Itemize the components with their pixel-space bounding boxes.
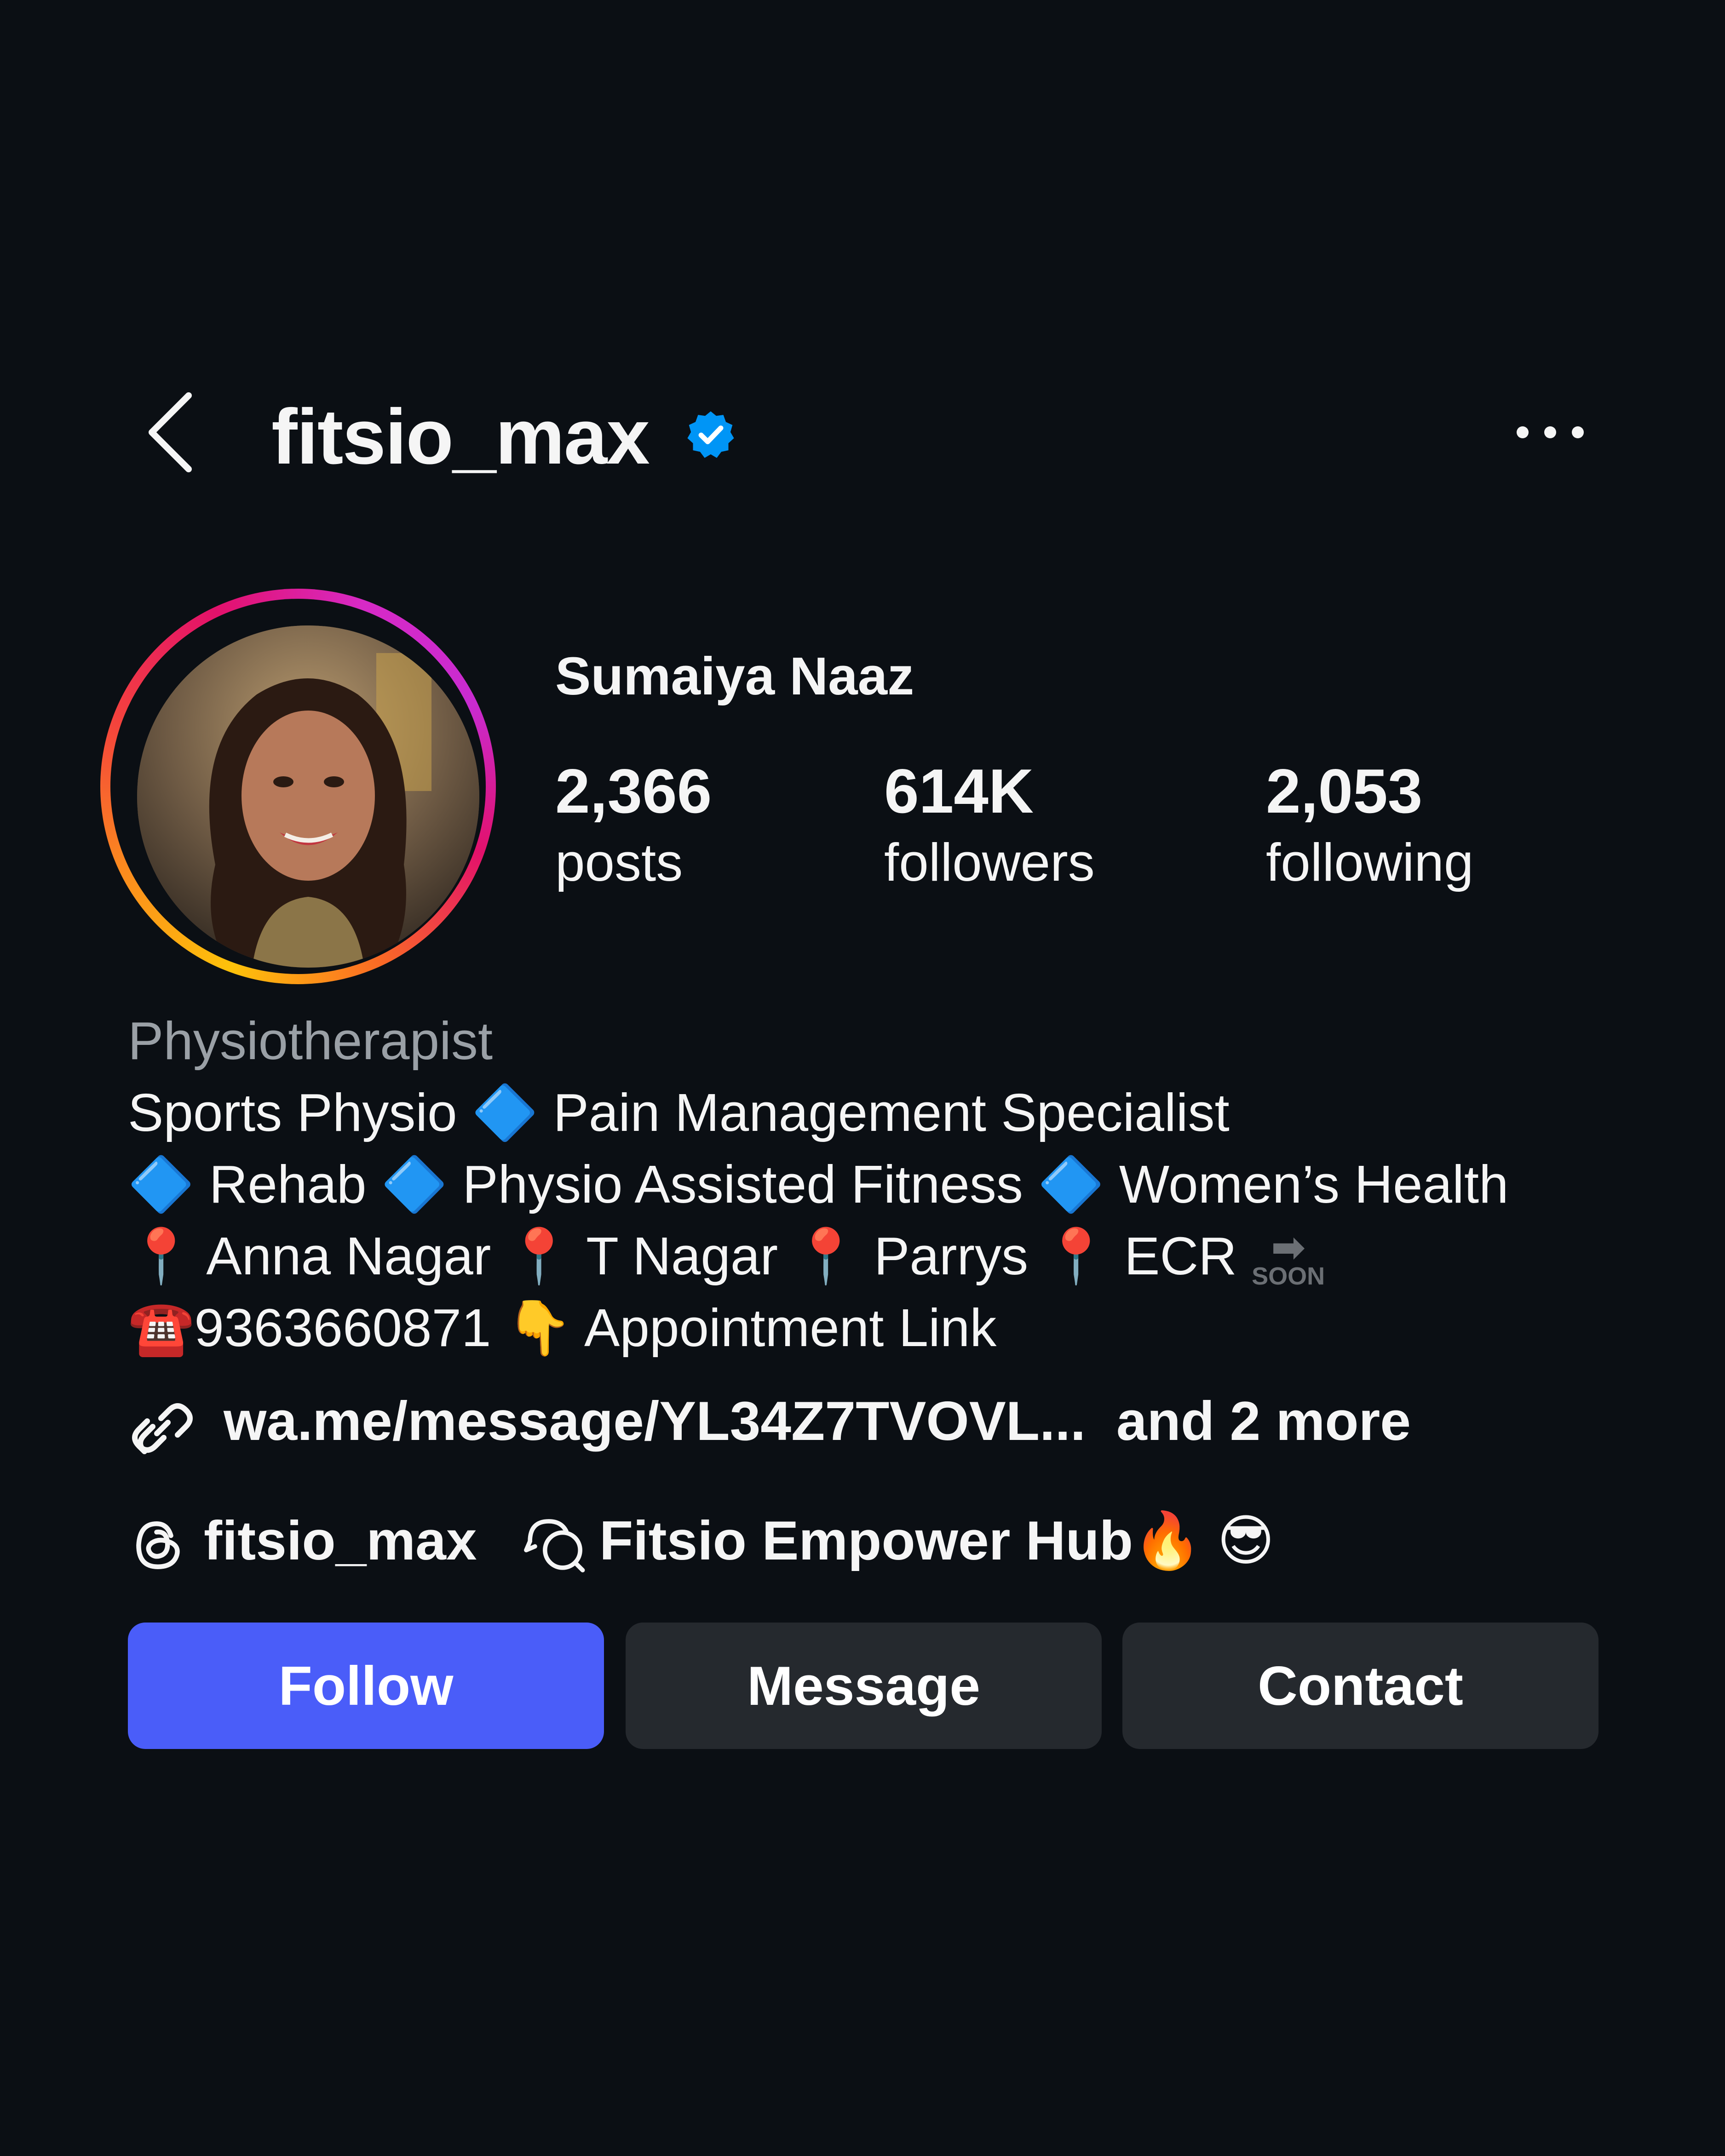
link-url: wa.me/message/YL34Z7TVOVL... — [224, 1390, 1086, 1452]
link-primary[interactable]: wa.me/message/YL34Z7TVOVL... and 2 more — [224, 1377, 1411, 1465]
chevron-left-icon — [149, 392, 192, 472]
bio-line-locations: 📍 Anna Nagar 📍 T Nagar 📍 Parrys 📍 ECR ➡ S… — [128, 1220, 1646, 1292]
broadcast-channel-icon — [524, 1519, 585, 1573]
following-label: following — [1266, 832, 1474, 892]
more-dots-icon — [1517, 426, 1584, 438]
profile-header: fitsio_max — [0, 368, 1725, 497]
display-name: Sumaiya Naaz — [555, 646, 914, 706]
soon-arrow-icon: ➡ — [1271, 1225, 1306, 1271]
stat-followers[interactable]: 614K followers — [884, 754, 1095, 897]
story-ring[interactable] — [100, 589, 496, 984]
stat-posts[interactable]: 2,366 posts — [555, 754, 712, 897]
profile-photo — [137, 625, 479, 968]
message-button[interactable]: Message — [626, 1623, 1102, 1749]
soon-label: SOON — [1252, 1262, 1325, 1290]
posts-count: 2,366 — [555, 756, 712, 826]
page-title-username: fitsio_max — [271, 393, 650, 481]
contact-button[interactable]: Contact — [1122, 1623, 1598, 1749]
posts-label: posts — [555, 832, 683, 892]
broadcast-channel-name[interactable]: Fitsio Empower Hub🔥 😎 — [599, 1502, 1275, 1580]
link-more: and 2 more — [1116, 1390, 1411, 1452]
followers-count: 614K — [884, 756, 1034, 826]
bio-line-contact: ☎️9363660871 👇 Appointment Link — [128, 1298, 997, 1358]
verified-badge-icon — [687, 411, 734, 458]
following-count: 2,053 — [1266, 756, 1423, 826]
soon-badge: ➡ SOON — [1252, 1225, 1325, 1290]
bio-line: 🔷 Rehab 🔷 Physio Assisted Fitness 🔷 Wome… — [128, 1154, 1509, 1214]
bio: Physiotherapist Sports Physio 🔷 Pain Man… — [128, 1005, 1646, 1364]
profile-category: Physiotherapist — [128, 1011, 493, 1071]
bio-line: Sports Physio 🔷 Pain Management Speciali… — [128, 1083, 1230, 1142]
followers-label: followers — [884, 832, 1095, 892]
avatar — [137, 625, 479, 968]
threads-handle[interactable]: fitsio_max — [204, 1502, 477, 1580]
stat-following[interactable]: 2,053 following — [1266, 754, 1473, 897]
more-options-button[interactable] — [1509, 409, 1592, 455]
back-button[interactable] — [138, 386, 212, 478]
threads-icon — [136, 1521, 180, 1569]
bio-line-text: 📍 Anna Nagar 📍 T Nagar 📍 Parrys 📍 ECR — [128, 1226, 1237, 1286]
follow-button[interactable]: Follow — [128, 1623, 604, 1749]
link-icon — [132, 1403, 193, 1454]
